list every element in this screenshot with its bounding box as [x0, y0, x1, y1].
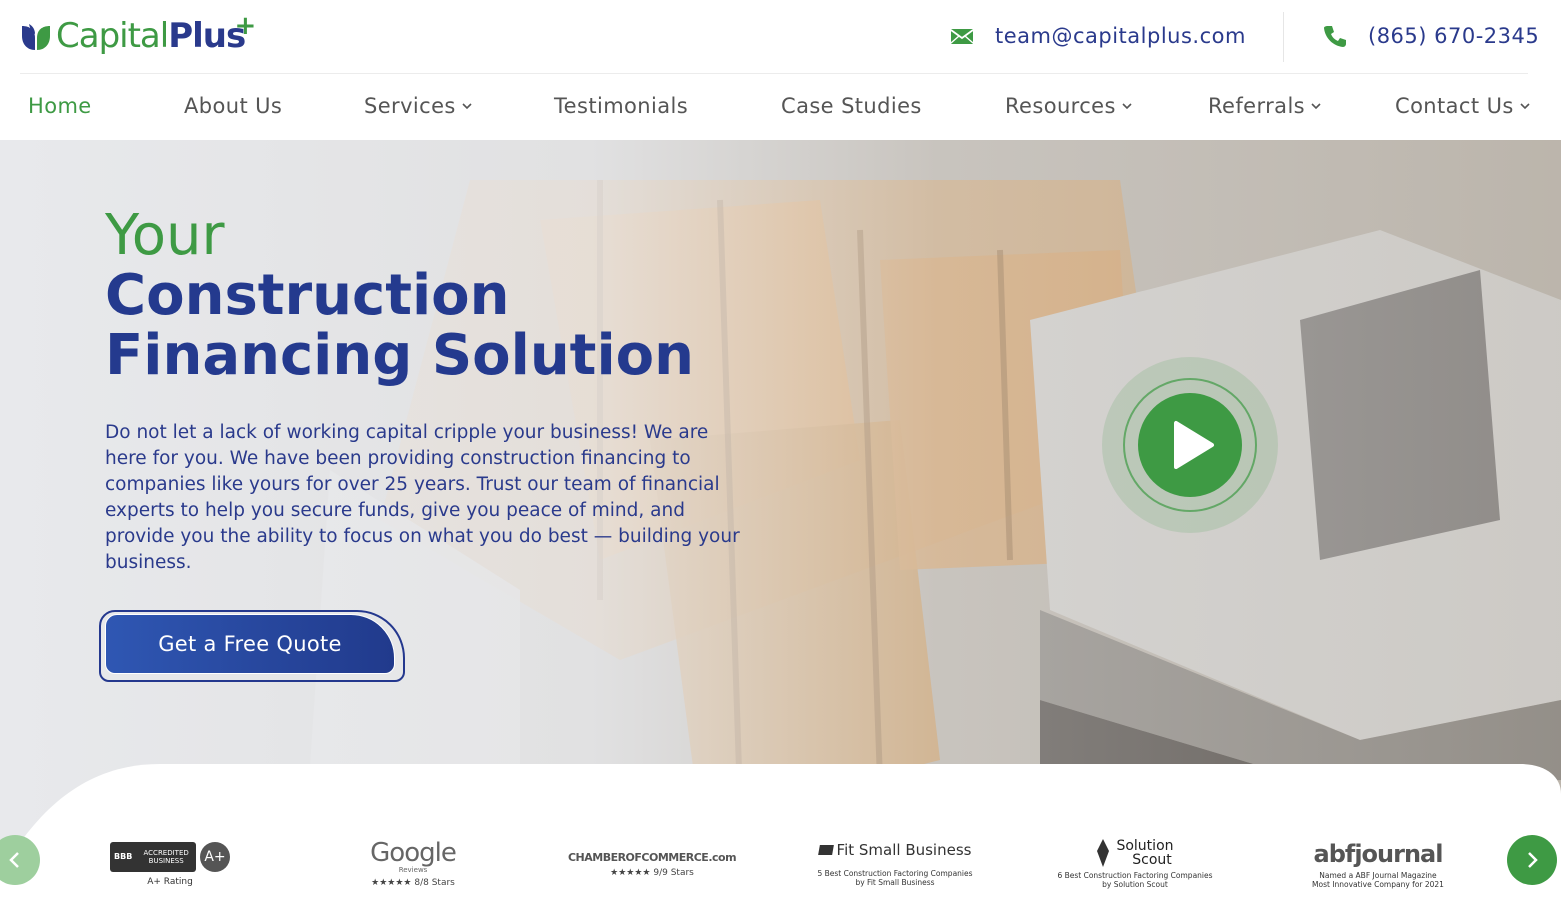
scout-logo: Solution Scout — [1096, 839, 1174, 867]
logo-word-capital: Capital — [56, 16, 169, 56]
fsb-caption: 5 Best Construction Factoring Companies … — [817, 869, 972, 887]
bbb-mark: BBB — [114, 852, 133, 861]
bbb-grade: A+ — [200, 841, 230, 872]
nav-item-referrals[interactable]: Referrals — [1208, 94, 1321, 118]
scout-caption: 6 Best Construction Factoring Companies … — [1057, 871, 1212, 889]
abf-caption: Named a ABF Journal Magazine Most Innova… — [1312, 871, 1444, 889]
bbb-accredited-box: BBB ACCREDITED BUSINESS — [110, 841, 196, 872]
email-text: team@capitalplus.com — [995, 24, 1246, 48]
bbb-caption: A+ Rating — [147, 876, 193, 887]
logo-leaf-icon — [22, 24, 50, 50]
google-logo-text: Google — [370, 838, 457, 868]
phone-icon — [1324, 26, 1346, 47]
hero-title-line-2: Construction — [105, 263, 510, 328]
envelope-icon — [950, 29, 974, 44]
chevron-left-icon — [9, 852, 19, 868]
google-stars: ★★★★★ — [371, 878, 412, 888]
badge-fit-small-business[interactable]: Fit Small Business 5 Best Construction F… — [812, 834, 978, 894]
hero-title: Your Construction Financing Solution — [105, 206, 694, 386]
chevron-down-icon — [1311, 103, 1321, 110]
nav-item-resources[interactable]: Resources — [1005, 94, 1132, 118]
chevron-down-icon — [462, 103, 472, 110]
bbb-logo: BBB ACCREDITED BUSINESS A+ — [110, 841, 230, 872]
phone-text: (865) 670-2345 — [1368, 24, 1540, 48]
nav-item-contact-us[interactable]: Contact Us — [1395, 94, 1530, 118]
fsb-logo-icon — [817, 845, 834, 855]
nav-item-label: Services — [364, 94, 456, 118]
chevron-right-icon — [1528, 852, 1538, 868]
chamber-logo-text: CHAMBEROFCOMMERCE.com — [567, 850, 737, 864]
nav-item-home[interactable]: Home — [28, 94, 92, 118]
hero-title-line-1: Your — [105, 203, 225, 268]
badge-abf-journal[interactable]: abfjournal Named a ABF Journal Magazine … — [1300, 834, 1456, 894]
play-video-button[interactable] — [1100, 355, 1280, 535]
bbb-accredited-text: ACCREDITED BUSINESS — [143, 848, 189, 865]
google-rating: ★★★★★ 8/8 Stars — [371, 878, 455, 888]
fsb-logo-text: Fit Small Business — [817, 841, 972, 859]
nav-item-label: Testimonials — [554, 94, 689, 118]
hero-title-line-3: Financing Solution — [105, 323, 694, 388]
fsb-caption-line-1: 5 Best Construction Factoring Companies — [817, 869, 973, 878]
logo-text: CapitalPlus + — [56, 13, 256, 56]
hero-description: Do not let a lack of working capital cri… — [105, 422, 740, 573]
nav-item-label: Case Studies — [781, 94, 922, 118]
badge-bbb[interactable]: BBB ACCREDITED BUSINESS A+ A+ Rating — [110, 834, 230, 894]
chevron-down-icon — [1122, 103, 1132, 110]
main-nav: Home About Us Services Testimonials Case… — [0, 76, 1561, 140]
chamber-rating-text: 9/9 Stars — [653, 867, 694, 878]
fsb-caption-line-2: by Fit Small Business — [855, 878, 935, 887]
badge-chamber-of-commerce[interactable]: CHAMBEROFCOMMERCE.com ★★★★★ 9/9 Stars — [567, 834, 737, 894]
scout-caption-line-2: by Solution Scout — [1102, 880, 1168, 889]
header-rule — [20, 73, 1528, 74]
phone-link[interactable]: (865) 670-2345 — [1322, 16, 1539, 56]
carousel-next-button[interactable] — [1507, 835, 1557, 885]
nav-item-about-us[interactable]: About Us — [184, 94, 282, 118]
site-header: CapitalPlus + team@capitalplus.com (865)… — [0, 0, 1561, 74]
badge-solution-scout[interactable]: Solution Scout 6 Best Construction Facto… — [1052, 834, 1218, 894]
chamber-stars: ★★★★★ — [610, 867, 651, 878]
scout-diamond-icon — [1097, 839, 1110, 867]
google-rating-text: 8/8 Stars — [414, 878, 455, 888]
nav-item-label: Home — [28, 94, 92, 118]
abf-logo-text: abfjournal — [1313, 839, 1444, 868]
chevron-down-icon — [1520, 103, 1530, 110]
scout-name-line-2: Scout — [1132, 852, 1172, 868]
nav-item-label: About Us — [184, 94, 283, 118]
nav-item-services[interactable]: Services — [364, 94, 472, 118]
scout-name: Solution Scout — [1116, 839, 1173, 867]
chamber-rating: ★★★★★ 9/9 Stars — [610, 868, 694, 878]
fsb-name: Fit Small Business — [836, 841, 972, 859]
scout-name-line-1: Solution — [1116, 838, 1174, 854]
cta-wrapper: Get a Free Quote — [99, 610, 405, 682]
logo[interactable]: CapitalPlus + — [20, 13, 256, 58]
nav-item-label: Contact Us — [1395, 94, 1514, 118]
scout-caption-line-1: 6 Best Construction Factoring Companies — [1057, 871, 1213, 880]
google-reviews-label: Reviews — [398, 866, 428, 874]
header-divider — [1283, 12, 1284, 62]
trust-strip: BBB ACCREDITED BUSINESS A+ A+ Rating Goo… — [0, 764, 1561, 913]
abf-caption-line-1: Named a ABF Journal Magazine — [1319, 870, 1437, 880]
nav-item-label: Referrals — [1208, 94, 1306, 118]
logo-plus-sign: + — [234, 11, 256, 41]
abf-caption-line-2: Most Innovative Company for 2021 — [1312, 879, 1444, 889]
badge-google[interactable]: Google Reviews ★★★★★ 8/8 Stars — [363, 834, 463, 894]
email-link[interactable]: team@capitalplus.com — [949, 16, 1246, 56]
nav-item-label: Resources — [1005, 94, 1116, 118]
nav-item-testimonials[interactable]: Testimonials — [554, 94, 688, 118]
nav-item-case-studies[interactable]: Case Studies — [781, 94, 922, 118]
get-free-quote-button[interactable]: Get a Free Quote — [105, 614, 395, 674]
